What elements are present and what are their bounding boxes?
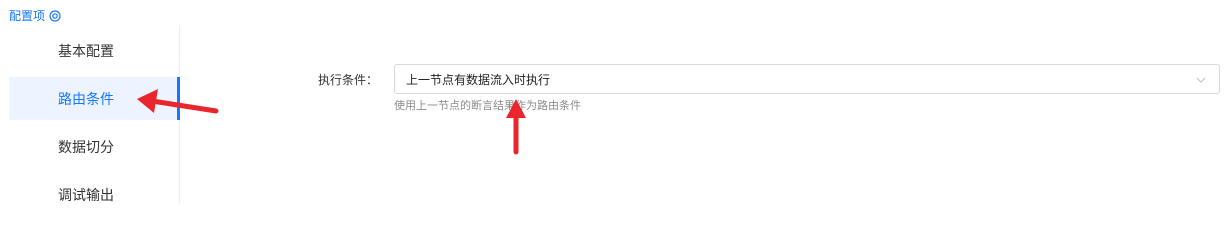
- page-root: 配置项 基本配置 路由条件 数据切分 调试输出 执行条件： 上一节点有数据流入时…: [0, 0, 1229, 204]
- sidebar-item-label: 基本配置: [58, 43, 114, 60]
- execution-condition-select[interactable]: 上一节点有数据流入时执行: [394, 64, 1220, 94]
- config-title: 配置项: [9, 9, 46, 23]
- sidebar-item-debug-output[interactable]: 调试输出: [9, 173, 178, 216]
- config-header: 配置项: [9, 8, 61, 24]
- sidebar: 基本配置 路由条件 数据切分 调试输出: [9, 25, 180, 204]
- sidebar-item-data-split[interactable]: 数据切分: [9, 125, 178, 168]
- sidebar-item-routing-condition[interactable]: 路由条件: [9, 77, 180, 120]
- sidebar-item-label: 路由条件: [58, 91, 114, 108]
- execution-condition-label: 执行条件：: [318, 73, 379, 87]
- execution-condition-hint: 使用上一节点的断言结果作为路由条件: [394, 99, 581, 112]
- settings-circle-icon[interactable]: [49, 10, 61, 22]
- sidebar-item-label: 数据切分: [58, 139, 114, 156]
- annotation-arrows: [137, 89, 526, 155]
- sidebar-item-label: 调试输出: [58, 187, 114, 204]
- chevron-down-icon: [1196, 77, 1206, 83]
- execution-condition-value: 上一节点有数据流入时执行: [406, 72, 551, 87]
- sidebar-item-basic-config[interactable]: 基本配置: [9, 29, 178, 72]
